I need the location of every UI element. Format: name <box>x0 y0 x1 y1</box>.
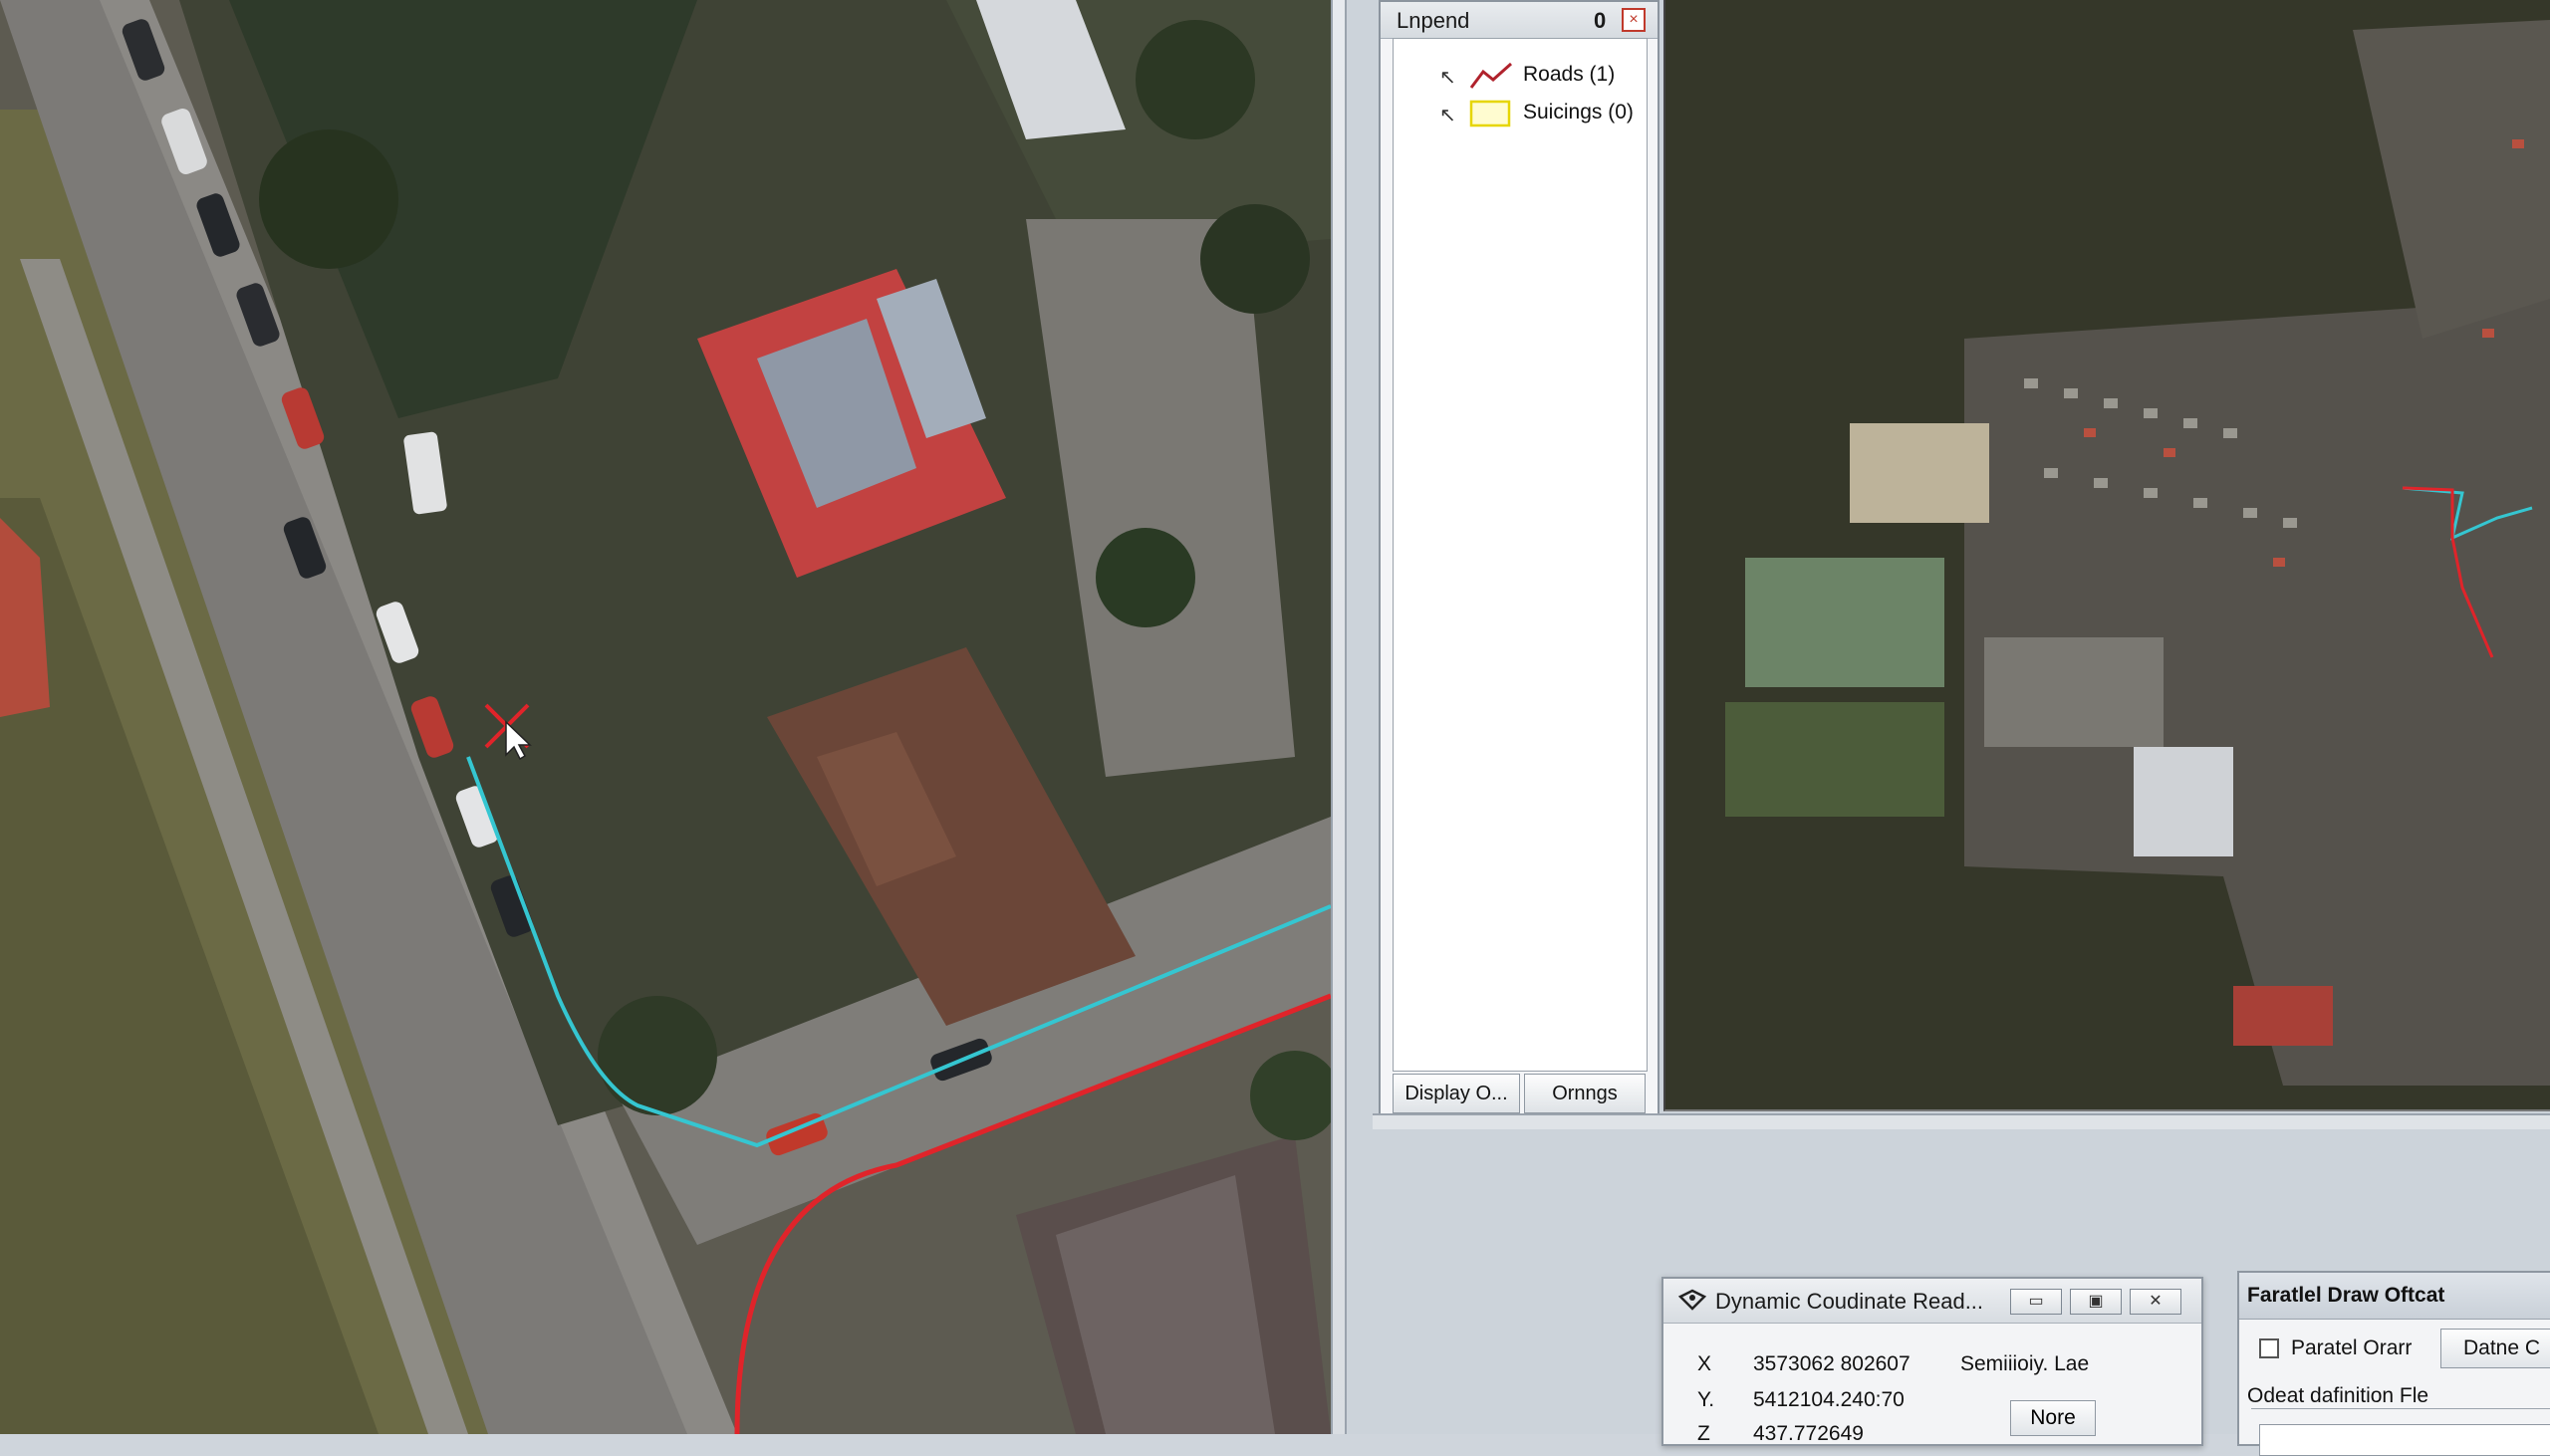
close-button[interactable]: ✕ <box>2130 1289 2181 1315</box>
sensitivity-label: Semiiioiy. Lae <box>1960 1352 2090 1375</box>
legend-layer-list: ↖ Roads (1) ↖ Suicings (0) <box>1393 38 1648 1072</box>
layer-pointer-icon[interactable]: ↖ <box>1439 103 1456 127</box>
offset-definition-field[interactable] <box>2259 1424 2550 1456</box>
tab-display-options[interactable]: Display O... <box>1393 1074 1520 1113</box>
pane-splitter[interactable] <box>1331 0 1347 1434</box>
aerial-imagery <box>0 0 1331 1434</box>
none-button[interactable]: Nore <box>2010 1400 2096 1436</box>
legend-title-bar[interactable]: Lnpend 0 × <box>1381 2 1658 39</box>
layer-item-buildings[interactable]: ↖ Suicings (0) <box>1429 97 1639 130</box>
layer-label: Suicings (0) <box>1523 101 1634 123</box>
map-frame-border <box>1373 1113 2550 1129</box>
x-label: X <box>1697 1352 1712 1375</box>
coordinate-title: Dynamic Coudinate Read... <box>1715 1289 1984 1314</box>
sports-field <box>1745 558 1944 687</box>
aerial-map-canvas[interactable] <box>0 0 1331 1434</box>
tab-options[interactable]: Ornngs <box>1524 1074 1646 1113</box>
z-label: Z <box>1697 1422 1710 1445</box>
overview-map[interactable] <box>1663 0 2550 1111</box>
legend-count: 0 <box>1594 8 1607 33</box>
parallel-draw-offset-window: Faratlel Draw Oftcat Paratel Orarr Datne… <box>2237 1271 2550 1456</box>
layer-item-roads[interactable]: ↖ Roads (1) <box>1429 59 1639 93</box>
group-divider <box>2251 1408 2550 1409</box>
parallel-draw-title: Faratlel Draw Oftcat <box>2247 1284 2445 1307</box>
overview-imagery <box>1665 0 2550 1109</box>
line-symbol-icon <box>1469 62 1512 89</box>
layer-label: Roads (1) <box>1523 63 1616 86</box>
maximize-button[interactable]: ▣ <box>2070 1289 2122 1315</box>
define-button[interactable]: Datne C <box>2440 1329 2550 1368</box>
polygon-symbol-icon <box>1469 100 1511 127</box>
parallel-draw-checkbox[interactable] <box>2259 1338 2279 1358</box>
minimize-button[interactable]: ▭ <box>2010 1289 2062 1315</box>
y-value: 5412104.240:70 <box>1753 1388 1905 1411</box>
x-value: 3573062 802607 <box>1753 1352 1911 1375</box>
z-value: 437.772649 <box>1753 1422 1864 1445</box>
parallel-draw-checkbox-label: Paratel Orarr <box>2291 1336 2413 1359</box>
legend-close-icon[interactable]: × <box>1622 8 1646 32</box>
y-label: Y. <box>1697 1388 1715 1411</box>
legend-title: Lnpend <box>1397 8 1470 33</box>
parallel-draw-title-bar[interactable]: Faratlel Draw Oftcat <box>2239 1273 2550 1320</box>
offset-definition-group-label: Odeat dafinition Fle <box>2247 1384 2433 1408</box>
legend-panel: Lnpend 0 × ↖ Roads (1) ↖ Suicings (0) Di… <box>1379 0 1659 1125</box>
coordinate-readout-window: Dynamic Coudinate Read... ▭ ▣ ✕ X 357306… <box>1661 1277 2203 1446</box>
coordinate-tool-icon <box>1677 1289 1707 1311</box>
layer-pointer-icon[interactable]: ↖ <box>1439 65 1456 90</box>
coordinate-title-bar[interactable]: Dynamic Coudinate Read... ▭ ▣ ✕ <box>1663 1279 2201 1324</box>
